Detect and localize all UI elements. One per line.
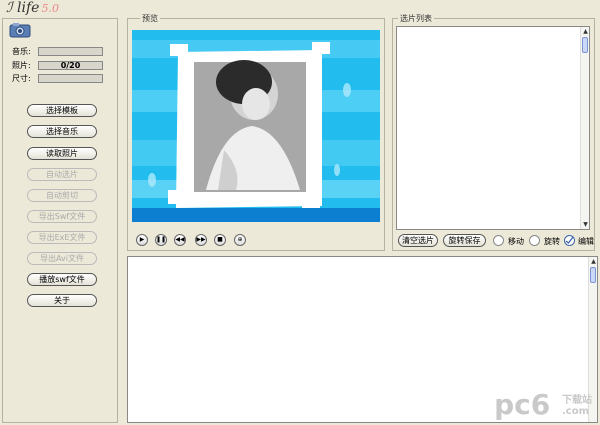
music-label: 音乐: [12,47,31,56]
scroll-thumb[interactable] [582,37,588,53]
size-field [38,74,103,83]
photo-list-group-label: 选片列表 [398,13,434,24]
watermark-site: 下载站 [562,395,592,406]
photo-count-field: 0/20 [38,61,103,70]
photo-label: 照片: [12,61,31,70]
about-button[interactable]: 关于 [27,294,97,307]
photo-list-scrollbar[interactable]: ▲ ▼ [580,27,589,229]
select-music-button[interactable]: 选择音乐 [27,125,97,138]
rotate-label: 旋转 [544,237,560,246]
app-logo: ℐ life 5.0 [6,0,76,18]
auto-select-button[interactable]: 自动选片 [27,168,97,181]
preview-image [132,30,380,222]
rewind-icon[interactable]: ◀◀ [174,234,186,246]
export-exe-button[interactable]: 导出ExE文件 [27,231,97,244]
check-icon [565,236,574,244]
camera-icon [9,23,31,38]
music-field [38,47,103,56]
rotate-radio[interactable] [529,235,540,246]
preview-canvas [132,30,380,222]
scroll-up-icon[interactable]: ▲ [581,27,590,36]
edit-radio[interactable] [564,235,575,246]
edit-label: 编辑 [578,237,594,246]
photo-count: 0/20 [60,61,81,70]
logo-text: ℐ life [6,0,40,16]
load-photos-button[interactable]: 读取照片 [27,147,97,160]
size-label: 尺寸: [12,74,31,83]
logo-version: 5.0 [41,2,59,15]
clear-selection-button[interactable]: 清空选片 [398,234,438,247]
move-radio[interactable] [493,235,504,246]
stop-icon[interactable]: ■ [214,234,226,246]
export-swf-button[interactable]: 导出Swf文件 [27,210,97,223]
pc6-watermark: pc6 下载站 .com [494,388,592,421]
zoom-icon[interactable]: ⊕ [234,234,246,246]
watermark-logo: pc6 [494,388,551,421]
scroll-up-icon-2[interactable]: ▲ [589,257,598,266]
preview-group-label: 预览 [140,13,160,24]
select-template-button[interactable]: 选择模板 [27,104,97,117]
auto-crop-button[interactable]: 自动剪切 [27,189,97,202]
export-avi-button[interactable]: 导出Avi文件 [27,252,97,265]
fast-forward-icon[interactable]: ▶▶ [195,234,207,246]
scroll-thumb-2[interactable] [590,267,596,283]
play-swf-button[interactable]: 播放swf文件 [27,273,97,286]
watermark-com: .com [562,406,590,417]
play-icon[interactable]: ▶ [136,234,148,246]
rotate-save-button[interactable]: 旋转保存 [443,234,486,247]
scroll-down-icon[interactable]: ▼ [581,220,590,229]
move-label: 移动 [508,237,524,246]
pause-icon[interactable]: ❚❚ [155,234,167,246]
photo-list[interactable]: ▲ ▼ [396,26,590,230]
